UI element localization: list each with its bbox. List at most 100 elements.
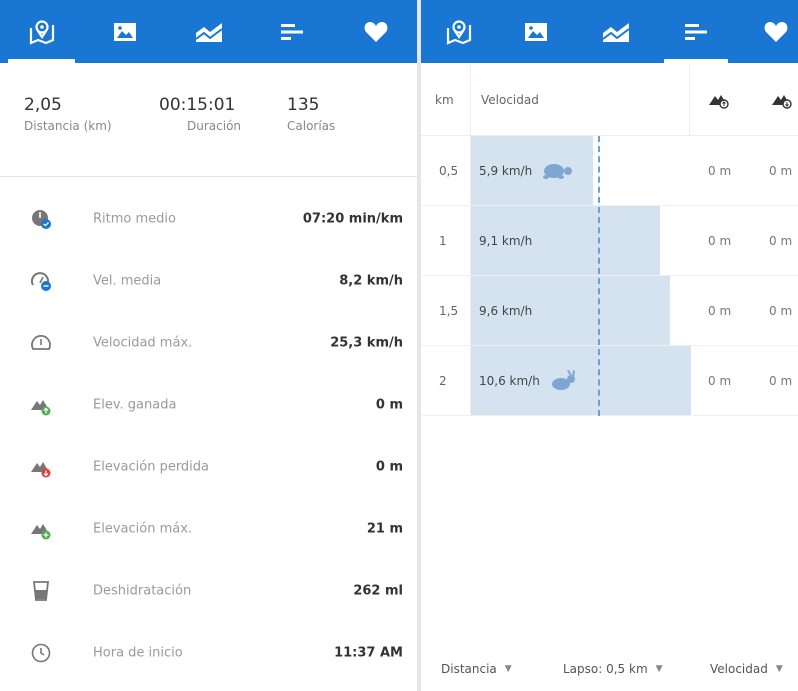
row-km: 1,5 xyxy=(439,303,459,318)
stat-label: Deshidratación xyxy=(93,583,192,599)
elevation-gain-header-icon[interactable] xyxy=(708,91,730,109)
stat-value: 0 m xyxy=(375,459,403,475)
distance-dropdown-label: Distancia xyxy=(441,661,497,676)
chevron-down-icon: ▼ xyxy=(504,663,512,674)
stat-elevation-max: Elevación máx. 21 m xyxy=(0,498,417,560)
pace-gauge-icon xyxy=(32,210,51,229)
calories-label: Calorías xyxy=(287,119,336,133)
stat-value: 21 m xyxy=(366,521,403,537)
calories-value: 135 xyxy=(287,95,320,115)
column-divider xyxy=(470,136,471,416)
duration-value: 00:15:01 xyxy=(159,95,236,115)
stat-label: Vel. media xyxy=(93,273,162,289)
row-speed: 9,6 km/h xyxy=(479,304,532,318)
stat-max-speed: Velocidad máx. 25,3 km/h xyxy=(0,312,417,374)
stat-dehydration: Deshidratación 262 ml xyxy=(0,560,417,622)
row-speed: 9,1 km/h xyxy=(479,234,532,248)
tab-health[interactable] xyxy=(736,0,798,63)
row-km: 2 xyxy=(439,373,447,388)
tab-charts[interactable] xyxy=(167,0,250,63)
map-pin-icon xyxy=(446,19,471,45)
elevation-loss-header-icon[interactable] xyxy=(771,91,793,109)
row-elevation-loss: 0 m xyxy=(769,163,793,178)
distance-value: 2,05 xyxy=(24,95,62,115)
speedometer-max-icon xyxy=(31,335,51,350)
heart-icon xyxy=(364,21,387,42)
row-elevation-gain: 0 m xyxy=(708,233,732,248)
metric-dropdown-label: Velocidad xyxy=(710,661,768,676)
speed-header[interactable]: Velocidad xyxy=(481,93,539,107)
table-row: 0,5 5,9 km/h 0 m 0 m xyxy=(421,136,798,206)
tab-charts[interactable] xyxy=(576,0,656,63)
chart-icon xyxy=(194,22,223,42)
splits-panel: km Velocidad 0,5 5,9 km/h 0 m 0 m 1 9,1 … xyxy=(421,0,798,691)
row-km: 1 xyxy=(439,233,447,248)
table-row: 1 9,1 km/h 0 m 0 m xyxy=(421,206,798,276)
stat-label: Ritmo medio xyxy=(93,211,176,227)
stat-value: 8,2 km/h xyxy=(339,273,403,289)
table-row: 2 10,6 km/h 0 m 0 m xyxy=(421,346,798,416)
image-icon xyxy=(114,22,136,41)
summary-panel: 2,05 Distancia (km) 00:15:01 Duración 13… xyxy=(0,0,417,691)
tab-map[interactable] xyxy=(421,0,496,63)
tab-health[interactable] xyxy=(334,0,417,63)
distance-label: Distancia (km) xyxy=(24,119,112,133)
stat-avg-speed: Vel. media 8,2 km/h xyxy=(0,250,417,312)
turtle-icon xyxy=(543,163,573,179)
row-elevation-loss: 0 m xyxy=(769,373,793,388)
row-speed-text: 10,6 km/h xyxy=(479,373,540,388)
heart-icon xyxy=(764,21,788,42)
row-elevation-loss: 0 m xyxy=(769,303,793,318)
clock-icon xyxy=(31,643,51,663)
stat-avg-pace: Ritmo medio 07:20 min/km xyxy=(0,188,417,250)
tab-splits[interactable] xyxy=(656,0,736,63)
footer-controls: Distancia ▼ Lapso: 0,5 km ▼ Velocidad ▼ xyxy=(421,646,798,691)
elevation-gain-icon xyxy=(31,400,51,416)
elevation-max-icon xyxy=(31,524,51,540)
table-row: 1,5 9,6 km/h 0 m 0 m xyxy=(421,276,798,346)
lap-dropdown[interactable]: Lapso: 0,5 km ▼ xyxy=(563,662,663,676)
row-elevation-loss: 0 m xyxy=(769,233,793,248)
duration-summary: 00:15:01 Duración xyxy=(159,95,241,133)
tab-photos[interactable] xyxy=(496,0,576,63)
stat-value: 07:20 min/km xyxy=(302,211,403,227)
row-speed-text: 5,9 km/h xyxy=(479,163,533,178)
tab-splits[interactable] xyxy=(250,0,334,63)
duration-label: Duración xyxy=(187,119,242,133)
tab-photos[interactable] xyxy=(83,0,167,63)
row-elevation-gain: 0 m xyxy=(708,163,732,178)
tab-map[interactable] xyxy=(0,0,83,63)
lap-dropdown-label: Lapso: 0,5 km xyxy=(563,661,648,676)
column-divider xyxy=(470,64,471,135)
chart-icon xyxy=(602,22,630,42)
table-header: km Velocidad xyxy=(421,64,798,136)
average-speed-line xyxy=(598,136,600,416)
row-speed-text: 9,1 km/h xyxy=(479,233,533,248)
row-elevation-gain: 0 m xyxy=(708,303,732,318)
image-icon xyxy=(525,22,547,41)
km-header: km xyxy=(435,92,454,107)
tab-underline xyxy=(8,59,75,63)
stat-elevation-loss: Elevación perdida 0 m xyxy=(0,436,417,498)
chevron-down-icon: ▼ xyxy=(775,663,783,674)
metric-dropdown[interactable]: Velocidad ▼ xyxy=(710,662,783,676)
tab-underline xyxy=(664,59,728,63)
rabbit-icon xyxy=(551,369,575,390)
stat-label: Elevación perdida xyxy=(93,459,210,475)
speedometer-avg-icon xyxy=(31,272,51,291)
stat-elevation-gain: Elev. ganada 0 m xyxy=(0,374,417,436)
stat-value: 11:37 AM xyxy=(334,645,403,661)
row-speed-text: 9,6 km/h xyxy=(479,303,533,318)
tab-bar xyxy=(421,0,798,63)
row-speed: 10,6 km/h xyxy=(479,369,578,392)
summary-stats: 2,05 Distancia (km) 00:15:01 Duración 13… xyxy=(0,95,417,155)
stat-value: 25,3 km/h xyxy=(330,335,403,351)
row-km: 0,5 xyxy=(439,163,459,178)
stat-label: Hora de inicio xyxy=(93,645,183,661)
distance-dropdown[interactable]: Distancia ▼ xyxy=(441,662,512,676)
stat-start-time: Hora de inicio 11:37 AM xyxy=(0,622,417,684)
calories-summary: 135 Calorías xyxy=(287,95,335,133)
stat-value: 262 ml xyxy=(353,583,403,599)
chevron-down-icon: ▼ xyxy=(655,663,663,674)
column-divider xyxy=(689,64,690,135)
